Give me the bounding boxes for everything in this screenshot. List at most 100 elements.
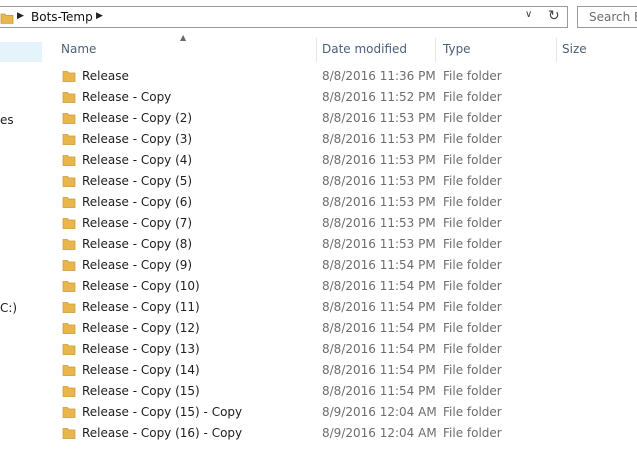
- column-header-date-modified[interactable]: Date modified: [322, 36, 407, 62]
- file-date-modified: 8/8/2016 11:53 PM: [322, 195, 436, 209]
- folder-icon: [62, 384, 76, 398]
- folder-icon: [62, 174, 76, 188]
- file-type: File folder: [443, 174, 502, 188]
- file-row[interactable]: Release - Copy (13) 8/8/2016 11:54 PM File…: [44, 339, 637, 360]
- file-row[interactable]: Release - Copy (3) 8/8/2016 11:53 PM File …: [44, 129, 637, 150]
- folder-icon: [62, 216, 76, 230]
- file-name[interactable]: Release - Copy (12): [82, 321, 200, 335]
- file-name[interactable]: Release - Copy: [82, 90, 171, 104]
- file-type: File folder: [443, 258, 502, 272]
- folder-icon: [62, 237, 76, 251]
- file-row[interactable]: Release - Copy (2) 8/8/2016 11:53 PM File …: [44, 108, 637, 129]
- nav-item-label[interactable]: es: [0, 113, 14, 127]
- file-row[interactable]: Release 8/8/2016 11:36 PM File folder: [44, 66, 637, 87]
- file-date-modified: 8/9/2016 12:04 AM: [322, 405, 437, 419]
- file-row[interactable]: Release - Copy (6) 8/8/2016 11:53 PM File …: [44, 192, 637, 213]
- address-toolbar: ▶ Bots-Temp ▶ ∨ ↻ Search Bo: [0, 0, 637, 36]
- file-date-modified: 8/8/2016 11:54 PM: [322, 279, 436, 293]
- file-name[interactable]: Release - Copy (5): [82, 174, 192, 188]
- file-row[interactable]: Release - Copy (9) 8/8/2016 11:54 PM File …: [44, 255, 637, 276]
- file-row[interactable]: Release - Copy (5) 8/8/2016 11:53 PM File …: [44, 171, 637, 192]
- file-name[interactable]: Release - Copy (10): [82, 279, 200, 293]
- file-row[interactable]: Release - Copy (8) 8/8/2016 11:53 PM File …: [44, 234, 637, 255]
- file-name[interactable]: Release - Copy (16) - Copy: [82, 426, 242, 440]
- file-date-modified: 8/8/2016 11:53 PM: [322, 111, 436, 125]
- file-name[interactable]: Release - Copy (6): [82, 195, 192, 209]
- file-row[interactable]: Release - Copy (11) 8/8/2016 11:54 PM File…: [44, 297, 637, 318]
- file-type: File folder: [443, 237, 502, 251]
- folder-icon: [62, 363, 76, 377]
- folder-icon: [62, 279, 76, 293]
- file-name[interactable]: Release - Copy (9): [82, 258, 192, 272]
- folder-icon: [62, 426, 76, 440]
- breadcrumb-chevron-icon[interactable]: ▶: [96, 11, 103, 21]
- address-history-dropdown-icon[interactable]: ∨: [525, 9, 532, 20]
- file-name[interactable]: Release - Copy (15) - Copy: [82, 405, 242, 419]
- file-name[interactable]: Release - Copy (8): [82, 237, 192, 251]
- search-input[interactable]: Search Bo: [577, 6, 637, 28]
- search-placeholder: Search Bo: [589, 10, 637, 24]
- file-type: File folder: [443, 69, 502, 83]
- folder-icon: [62, 90, 76, 104]
- file-date-modified: 8/8/2016 11:53 PM: [322, 237, 436, 251]
- file-date-modified: 8/8/2016 11:54 PM: [322, 384, 436, 398]
- file-date-modified: 8/8/2016 11:53 PM: [322, 132, 436, 146]
- nav-selected-item[interactable]: [0, 42, 42, 62]
- folder-icon: [62, 342, 76, 356]
- file-type: File folder: [443, 405, 502, 419]
- file-type: File folder: [443, 111, 502, 125]
- file-row[interactable]: Release - Copy (16) - Copy 8/9/2016 12:04…: [44, 423, 637, 444]
- file-name[interactable]: Release - Copy (11): [82, 300, 200, 314]
- column-header-name[interactable]: Name: [61, 36, 96, 62]
- breadcrumb-chevron-icon[interactable]: ▶: [17, 11, 24, 21]
- folder-icon: [62, 405, 76, 419]
- column-divider[interactable]: [556, 38, 557, 62]
- file-type: File folder: [443, 426, 502, 440]
- address-bar[interactable]: ▶ Bots-Temp ▶ ∨ ↻: [0, 6, 568, 28]
- file-type: File folder: [443, 384, 502, 398]
- file-date-modified: 8/8/2016 11:54 PM: [322, 342, 436, 356]
- folder-icon: [62, 258, 76, 272]
- file-row[interactable]: Release - Copy 8/8/2016 11:52 PM File fold…: [44, 87, 637, 108]
- file-name[interactable]: Release - Copy (2): [82, 111, 192, 125]
- file-date-modified: 8/8/2016 11:54 PM: [322, 363, 436, 377]
- folder-icon: [0, 11, 14, 28]
- column-header-size[interactable]: Size: [562, 36, 587, 62]
- refresh-icon[interactable]: ↻: [548, 8, 560, 24]
- column-divider[interactable]: [316, 38, 317, 62]
- file-name[interactable]: Release - Copy (4): [82, 153, 192, 167]
- file-row[interactable]: Release - Copy (4) 8/8/2016 11:53 PM File …: [44, 150, 637, 171]
- file-date-modified: 8/8/2016 11:54 PM: [322, 300, 436, 314]
- file-row[interactable]: Release - Copy (10) 8/8/2016 11:54 PM File…: [44, 276, 637, 297]
- file-name[interactable]: Release - Copy (15): [82, 384, 200, 398]
- file-type: File folder: [443, 300, 502, 314]
- file-row[interactable]: Release - Copy (7) 8/8/2016 11:53 PM File …: [44, 213, 637, 234]
- file-type: File folder: [443, 132, 502, 146]
- file-type: File folder: [443, 321, 502, 335]
- breadcrumb-current[interactable]: Bots-Temp: [31, 10, 93, 24]
- file-row[interactable]: Release - Copy (12) 8/8/2016 11:54 PM File…: [44, 318, 637, 339]
- file-date-modified: 8/8/2016 11:53 PM: [322, 153, 436, 167]
- file-name[interactable]: Release: [82, 69, 129, 83]
- file-row[interactable]: Release - Copy (15) - Copy 8/9/2016 12:04…: [44, 402, 637, 423]
- file-row[interactable]: Release - Copy (15) 8/8/2016 11:54 PM File…: [44, 381, 637, 402]
- file-name[interactable]: Release - Copy (14): [82, 363, 200, 377]
- file-date-modified: 8/8/2016 11:54 PM: [322, 258, 436, 272]
- file-name[interactable]: Release - Copy (7): [82, 216, 192, 230]
- file-type: File folder: [443, 363, 502, 377]
- file-row[interactable]: Release - Copy (14) 8/8/2016 11:54 PM File…: [44, 360, 637, 381]
- file-type: File folder: [443, 153, 502, 167]
- folder-icon: [62, 300, 76, 314]
- file-name[interactable]: Release - Copy (13): [82, 342, 200, 356]
- file-date-modified: 8/8/2016 11:52 PM: [322, 90, 436, 104]
- file-type: File folder: [443, 342, 502, 356]
- column-header-type[interactable]: Type: [443, 36, 471, 62]
- column-divider[interactable]: [435, 38, 436, 62]
- file-date-modified: 8/8/2016 11:36 PM: [322, 69, 436, 83]
- folder-icon: [62, 321, 76, 335]
- file-name[interactable]: Release - Copy (3): [82, 132, 192, 146]
- file-type: File folder: [443, 90, 502, 104]
- file-date-modified: 8/8/2016 11:53 PM: [322, 216, 436, 230]
- folder-icon: [62, 132, 76, 146]
- nav-item-label[interactable]: C:): [0, 301, 17, 315]
